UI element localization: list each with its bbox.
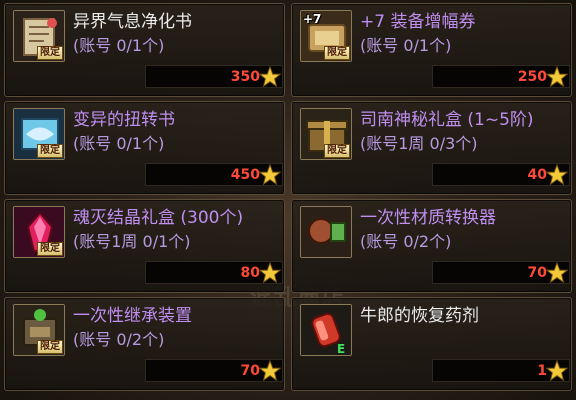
star-currency-icon bbox=[259, 66, 281, 88]
item-slot[interactable]: 限定 bbox=[300, 108, 352, 160]
item-name: 一次性材质转换器 bbox=[360, 208, 496, 228]
limited-badge: 限定 bbox=[324, 46, 350, 60]
shop-item-card[interactable]: 限定 司南神秘礼盒 (1~5阶) (账号1周 0/3个) 40 bbox=[291, 101, 572, 195]
item-price: 70 bbox=[527, 265, 547, 281]
limited-badge: 限定 bbox=[324, 144, 350, 158]
price-bar: 70 bbox=[145, 359, 283, 382]
item-limit: (账号1周 0/3个) bbox=[360, 134, 478, 153]
item-price: 40 bbox=[527, 167, 547, 183]
shop-item-card[interactable]: 一次性材质转换器 (账号 0/2个) 70 bbox=[291, 199, 572, 293]
star-currency-icon bbox=[259, 262, 281, 284]
limited-badge: 限定 bbox=[37, 46, 63, 60]
item-name: 牛郎的恢复药剂 bbox=[360, 306, 479, 326]
item-name: 变异的扭转书 bbox=[73, 110, 175, 130]
shop-item-card[interactable]: E 牛郎的恢复药剂 1 bbox=[291, 297, 572, 391]
star-currency-icon bbox=[546, 164, 568, 186]
price-bar: 250 bbox=[432, 65, 570, 88]
item-limit: (账号 0/2个) bbox=[360, 232, 452, 251]
item-name: 魂灭结晶礼盒 (300个) bbox=[73, 208, 244, 228]
item-slot[interactable]: E bbox=[300, 304, 352, 356]
shop-item-card[interactable]: 限定 魂灭结晶礼盒 (300个) (账号1周 0/1个) 80 bbox=[4, 199, 285, 293]
item-slot[interactable]: +7 限定 bbox=[300, 10, 352, 62]
item-limit: (账号 0/1个) bbox=[73, 134, 165, 153]
price-bar: 350 bbox=[145, 65, 283, 88]
star-currency-icon bbox=[259, 360, 281, 382]
item-slot[interactable]: 限定 bbox=[13, 108, 65, 160]
item-limit: (账号1周 0/1个) bbox=[73, 232, 191, 251]
star-currency-icon bbox=[546, 66, 568, 88]
star-currency-icon bbox=[546, 360, 568, 382]
item-slot[interactable]: 限定 bbox=[13, 206, 65, 258]
limited-badge: 限定 bbox=[37, 144, 63, 158]
limited-badge: 限定 bbox=[37, 242, 63, 256]
shop-item-card[interactable]: 限定 异界气息净化书 (账号 0/1个) 350 bbox=[4, 3, 285, 97]
item-limit: (账号 0/2个) bbox=[73, 330, 165, 349]
item-price: 250 bbox=[517, 69, 547, 85]
limited-badge: 限定 bbox=[37, 340, 63, 354]
svg-text:E: E bbox=[337, 342, 345, 356]
item-limit: (账号 0/1个) bbox=[360, 36, 452, 55]
item-price: 80 bbox=[240, 265, 260, 281]
price-bar: 70 bbox=[432, 261, 570, 284]
item-price: 350 bbox=[230, 69, 260, 85]
item-name: 司南神秘礼盒 (1~5阶) bbox=[360, 110, 534, 130]
item-price: 450 bbox=[230, 167, 260, 183]
price-bar: 1 bbox=[432, 359, 570, 382]
star-currency-icon bbox=[259, 164, 281, 186]
shop-item-card[interactable]: 限定 一次性继承装置 (账号 0/2个) 70 bbox=[4, 297, 285, 391]
price-bar: 450 bbox=[145, 163, 283, 186]
plus-level-label: +7 bbox=[303, 12, 322, 26]
item-name: +7 装备增幅券 bbox=[360, 12, 476, 32]
star-currency-icon bbox=[546, 262, 568, 284]
price-bar: 80 bbox=[145, 261, 283, 284]
item-name: 异界气息净化书 bbox=[73, 12, 192, 32]
item-slot[interactable]: 限定 bbox=[13, 10, 65, 62]
item-slot[interactable] bbox=[300, 206, 352, 258]
material-converter-icon bbox=[301, 207, 351, 257]
item-name: 一次性继承装置 bbox=[73, 306, 192, 326]
item-price: 70 bbox=[240, 363, 260, 379]
item-slot[interactable]: 限定 bbox=[13, 304, 65, 356]
price-bar: 40 bbox=[432, 163, 570, 186]
shop-item-card[interactable]: +7 限定 +7 装备增幅券 (账号 0/1个) 250 bbox=[291, 3, 572, 97]
shop-item-card[interactable]: 限定 变异的扭转书 (账号 0/1个) 450 bbox=[4, 101, 285, 195]
item-limit: (账号 0/1个) bbox=[73, 36, 165, 55]
recovery-potion-icon: E bbox=[301, 305, 351, 356]
